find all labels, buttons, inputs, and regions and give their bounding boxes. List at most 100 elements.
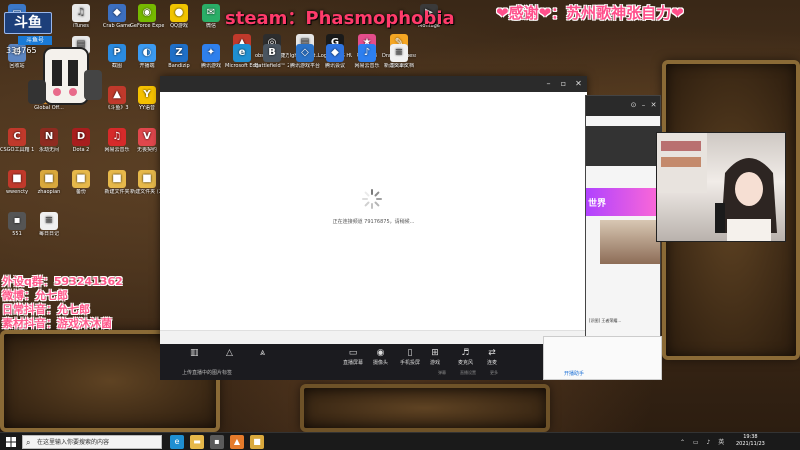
desktop-icon[interactable]: ◐ 开播端 bbox=[130, 44, 164, 69]
streamer-app-icon: ◐ bbox=[138, 44, 156, 62]
backup-folder-icon: ■ bbox=[72, 170, 90, 188]
toolbar-phone-cast-button[interactable]: ▯ 手机投屏 bbox=[400, 348, 420, 366]
desktop-icon[interactable]: ■ 新建文件夹 bbox=[100, 170, 134, 195]
desktop-icon-label: 网易云音乐 bbox=[104, 147, 130, 153]
desktop-icon[interactable]: ✦ 腾讯游戏 bbox=[194, 44, 228, 69]
desktop-icon[interactable]: ≡ 每日日记 bbox=[32, 212, 66, 237]
desktop-icon[interactable]: D Dota 2 bbox=[64, 128, 98, 153]
dota-icon: D bbox=[72, 128, 90, 146]
desktop-icon-label: Microsoft Edge bbox=[225, 63, 259, 69]
desktop-icon[interactable]: ♫ iTunes bbox=[64, 4, 98, 29]
desktop-icon[interactable]: ✉ 微信 bbox=[194, 4, 228, 29]
toolbar-hint-text: 上传直播中的图片标签 bbox=[182, 370, 233, 376]
desktop-icon[interactable]: V 无畏契约 bbox=[130, 128, 164, 153]
info-line-douyin-material: 素材抖音：游戏沐沐菌 bbox=[2, 317, 112, 330]
taskbar-folder-icon[interactable]: ■ bbox=[250, 435, 264, 449]
desktop-icon[interactable]: ♪ 网易云音乐 bbox=[350, 44, 384, 69]
desktop-icon[interactable]: ■ 备份 bbox=[64, 170, 98, 195]
side-promo-photo[interactable] bbox=[600, 220, 660, 264]
toolbar-game-button[interactable]: ⊞ 游戏 bbox=[430, 348, 440, 366]
desktop-icon-label: 微信 bbox=[205, 23, 216, 29]
taskbar-app-icon[interactable]: ▪ bbox=[210, 435, 224, 449]
desktop-icon-label: Crab Game bbox=[102, 23, 132, 29]
file-551-icon: ▪ bbox=[8, 212, 26, 230]
desktop-icon[interactable]: ■ wwencty bbox=[0, 170, 34, 195]
desktop-icon[interactable]: N 永劫无间 bbox=[32, 128, 66, 153]
side-chat-line: [识图] 王者荣耀... bbox=[589, 318, 622, 323]
toolbar-more-link[interactable]: 更多 bbox=[490, 370, 498, 376]
side-minimize-icon[interactable]: – bbox=[640, 101, 647, 110]
edge-icon: e bbox=[233, 44, 251, 62]
desktop-icon[interactable]: ■ 新建文件夹 (2) bbox=[130, 170, 164, 195]
desktop-icon-label: 永劫无间 bbox=[38, 147, 59, 153]
thanks-banner: ❤感谢❤：苏州歌神张自力❤ bbox=[496, 4, 684, 22]
taskbar-edge-icon[interactable]: e bbox=[170, 435, 184, 449]
desktop-icon[interactable]: ◇ 腾讯游戏平台 bbox=[288, 44, 322, 69]
desktop-icon[interactable]: e Microsoft Edge bbox=[225, 44, 259, 69]
desktop-icon-label: 《斗鱼》3 bbox=[105, 105, 129, 111]
close-icon[interactable]: ✕ bbox=[574, 79, 583, 88]
photo-folder-icon: ■ bbox=[40, 170, 58, 188]
toolbar-chart-icon[interactable]: ▥ bbox=[190, 348, 199, 359]
valorant-icon: V bbox=[138, 128, 156, 146]
bandizip-icon: Z bbox=[170, 44, 188, 62]
chat-side-window[interactable]: ⊙ – ✕ 世界 [识图] 王者荣耀... 开播助手 bbox=[543, 95, 662, 380]
desktop-icon[interactable]: ♫ 网易云音乐 bbox=[100, 128, 134, 153]
desktop-icon-label: 腾讯游戏 bbox=[200, 63, 221, 69]
microphone-icon: ♬ bbox=[461, 348, 470, 358]
desktop-icon-label: YY语音 bbox=[138, 105, 156, 111]
window-titlebar[interactable]: – ▫ ✕ bbox=[160, 76, 587, 92]
side-pin-icon[interactable]: ⊙ bbox=[630, 101, 637, 110]
douyu-app-icon: ▲ bbox=[108, 86, 126, 104]
desktop-icon-label: 新建文件夹 bbox=[104, 189, 130, 195]
webcam-feed bbox=[656, 132, 786, 242]
desktop-icon[interactable]: ◉GeForce Experience bbox=[130, 4, 164, 29]
toolbar-tools-icon[interactable]: ⩓ bbox=[260, 348, 265, 359]
desktop-icon[interactable]: ≡ 新建文本文档 bbox=[382, 44, 416, 69]
taskbar: ⌕ 在这里输入你要搜索的内容 e ▬ ▪ ▲ ■ ⌃ ▭ ♪ 英 19:38 2… bbox=[0, 432, 800, 450]
toolbar-camera-button[interactable]: ◉ 摄像头 bbox=[373, 348, 388, 366]
taskbar-stream-app-icon[interactable]: ▲ bbox=[230, 435, 244, 449]
meeting-icon: ◆ bbox=[326, 44, 344, 62]
desktop-icon-label: 截图 bbox=[111, 63, 122, 69]
desktop-icon[interactable]: ◆ Crab Game bbox=[100, 4, 134, 29]
stream-control-toolbar: ▥ △ ⩓ ▭ 直播屏幕 ◉ 摄像头 ▯ 手机投屏 ⊞ 游戏 ♬ 麦克风 ⇄ 连麦 上传直播… bbox=[160, 344, 543, 380]
game-icon: ⊞ bbox=[431, 348, 439, 358]
desktop-icon[interactable]: Y YY语音 bbox=[130, 86, 164, 111]
toolbar-settings-link[interactable]: 直播设置 bbox=[460, 370, 476, 376]
toolbar-screen-share-button[interactable]: ▭ 直播屏幕 bbox=[343, 348, 363, 366]
streamer-helper-panel[interactable]: 开播助手 bbox=[543, 336, 662, 380]
desktop-icon[interactable]: ◆ 腾讯会议 bbox=[318, 44, 352, 69]
desktop-icon-label: 网易云音乐 bbox=[354, 63, 380, 69]
new-folder-2-icon: ■ bbox=[138, 170, 156, 188]
desktop-icon[interactable]: BBattlefield™ 2042 Ope... bbox=[255, 44, 289, 69]
desktop-icon[interactable]: ● QQ游戏 bbox=[162, 4, 196, 29]
side-window-titlebar[interactable]: ⊙ – ✕ bbox=[586, 96, 660, 116]
stream-app-window[interactable]: – ▫ ✕ 正在连接频道 79176875，请稍候... bbox=[160, 76, 587, 344]
mascot-icon bbox=[28, 47, 102, 105]
desktop-icon-label: 腾讯会议 bbox=[324, 63, 345, 69]
desktop-icon[interactable]: P 截图 bbox=[100, 44, 134, 69]
desktop-icon[interactable]: ▪ 551 bbox=[0, 212, 34, 237]
tencent-game-icon: ✦ bbox=[202, 44, 220, 62]
toolbar-danmu-link[interactable]: 弹幕 bbox=[438, 370, 446, 376]
taskbar-search-input[interactable]: ⌕ 在这里输入你要搜索的内容 bbox=[22, 435, 162, 449]
side-close-icon[interactable]: ✕ bbox=[650, 101, 657, 110]
new-folder-icon: ■ bbox=[108, 170, 126, 188]
streamer-helper-link[interactable]: 开播助手 bbox=[564, 370, 584, 377]
minimize-icon[interactable]: – bbox=[544, 79, 553, 88]
windows-start-icon[interactable] bbox=[6, 437, 16, 447]
toolbar-link-mic-button[interactable]: ⇄ 连麦 bbox=[487, 348, 497, 366]
system-tray-icons[interactable]: ⌃ ▭ ♪ 英 bbox=[680, 437, 727, 446]
toolbar-scene-icon[interactable]: △ bbox=[226, 348, 233, 359]
taskbar-clock[interactable]: 19:38 2021/11/23 bbox=[736, 434, 765, 448]
diary-icon: ≡ bbox=[40, 212, 58, 230]
desktop-icon[interactable]: CCSGO工具箱 1.0.3 (1) bbox=[0, 128, 34, 153]
desktop-icon[interactable]: Z Bandizip bbox=[162, 44, 196, 69]
maximize-icon[interactable]: ▫ bbox=[559, 79, 568, 88]
side-promo-banner[interactable]: 世界 bbox=[586, 188, 662, 216]
taskbar-explorer-icon[interactable]: ▬ bbox=[190, 435, 204, 449]
desktop-icon[interactable]: ▲ 《斗鱼》3 bbox=[100, 86, 134, 111]
desktop-icon[interactable]: ■ zhaopian bbox=[32, 170, 66, 195]
toolbar-microphone-button[interactable]: ♬ 麦克风 bbox=[458, 348, 473, 366]
